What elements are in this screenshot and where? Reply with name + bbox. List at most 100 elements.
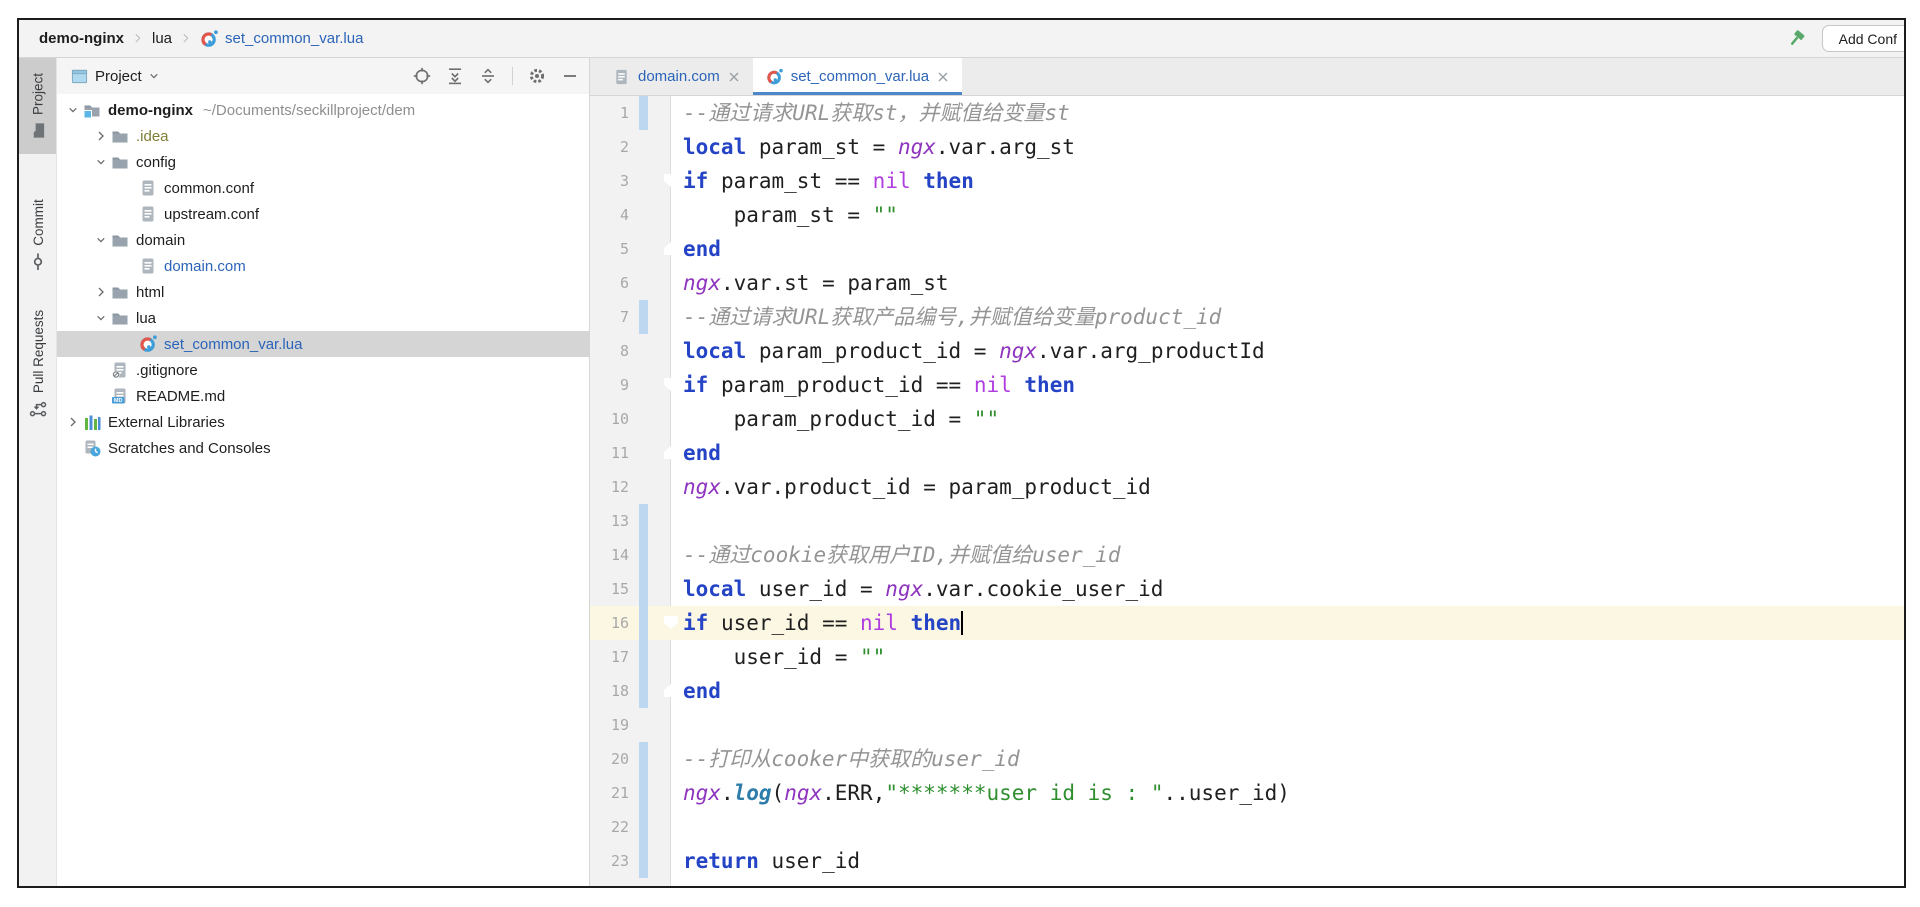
code-token: then	[923, 169, 974, 193]
editor-tab-label: set_common_var.lua	[791, 68, 929, 85]
code-line: 23return user_id	[590, 844, 1904, 878]
fold-gutter	[648, 504, 671, 538]
code-line-text[interactable]	[671, 810, 1904, 844]
hide-icon[interactable]	[561, 67, 579, 85]
chevron-right-icon[interactable]	[91, 286, 111, 298]
tree-row[interactable]: set_common_var.lua	[57, 331, 589, 357]
code-line-text[interactable]: param_product_id = ""	[671, 402, 1904, 436]
chevron-down-icon[interactable]	[91, 157, 111, 168]
breadcrumb-item[interactable]: lua	[152, 30, 172, 47]
code-line-text[interactable]: --通过cookie获取用户ID,并赋值给user_id	[671, 538, 1904, 572]
editor-tab-label: domain.com	[638, 68, 720, 85]
fold-gutter	[648, 402, 671, 436]
tree-row[interactable]: .idea	[57, 123, 589, 149]
code-token: if	[683, 611, 708, 635]
locate-icon[interactable]	[413, 67, 431, 85]
project-panel-title[interactable]: Project	[95, 68, 142, 85]
add-configuration-button[interactable]: Add Conf	[1822, 25, 1906, 52]
code-token	[911, 169, 924, 193]
code-line-text[interactable]: user_id = ""	[671, 640, 1904, 674]
tool-stripe-tab-commit[interactable]: Commit	[19, 192, 56, 278]
code-line-text[interactable]: if param_st == nil then	[671, 164, 1904, 198]
collapse-all-icon[interactable]	[479, 67, 497, 85]
breadcrumb-item[interactable]: demo-nginx	[39, 30, 124, 47]
tool-window-stripe: Project Commit Pull Requests	[19, 58, 57, 886]
tree-row[interactable]: .gitignore	[57, 357, 589, 383]
code-line-text[interactable]: return user_id	[671, 844, 1904, 878]
file-icon	[139, 179, 157, 197]
code-line-text[interactable]: end	[671, 674, 1904, 708]
code-line-text[interactable]	[671, 504, 1904, 538]
line-number: 16	[590, 606, 639, 640]
chevron-down-icon[interactable]	[149, 71, 160, 82]
code-line-text[interactable]: param_st = ""	[671, 198, 1904, 232]
scratches-icon	[83, 439, 101, 457]
line-number: 2	[590, 130, 639, 164]
tree-row[interactable]: domain.com	[57, 253, 589, 279]
tool-stripe-tab-project[interactable]: Project	[19, 58, 56, 154]
code-line-text[interactable]: ngx.log(ngx.ERR,"*******user id is : "..…	[671, 776, 1904, 810]
tree-row[interactable]: config	[57, 149, 589, 175]
folder-icon	[111, 127, 129, 145]
lua-icon	[139, 335, 157, 353]
code-token: ngx	[784, 781, 822, 805]
tree-row[interactable]: demo-nginx~/Documents/seckillproject/dem	[57, 97, 589, 123]
close-icon[interactable]	[937, 71, 949, 83]
code-line-text[interactable]: --打印从cooker中获取的user_id	[671, 742, 1904, 776]
line-number: 12	[590, 470, 639, 504]
chevron-down-icon[interactable]	[91, 235, 111, 246]
chevron-right-icon[interactable]	[91, 130, 111, 142]
code-line: 19	[590, 708, 1904, 742]
code-line: 1--通过请求URL获取st，并赋值给变量st	[590, 96, 1904, 130]
breadcrumb-item[interactable]: set_common_var.lua	[200, 30, 363, 48]
code-token: if	[683, 373, 708, 397]
code-token: ..user_id)	[1164, 781, 1290, 805]
line-number: 19	[590, 708, 639, 742]
code-line-text[interactable]: if param_product_id == nil then	[671, 368, 1904, 402]
vcs-change-marker	[639, 300, 648, 334]
line-number: 21	[590, 776, 639, 810]
code-line: 11end	[590, 436, 1904, 470]
tree-row[interactable]: Scratches and Consoles	[57, 435, 589, 461]
code-line-text[interactable]: --通过请求URL获取st，并赋值给变量st	[671, 96, 1904, 130]
expand-all-icon[interactable]	[446, 67, 464, 85]
tree-row[interactable]: domain	[57, 227, 589, 253]
chevron-right-icon[interactable]	[63, 416, 83, 428]
code-editor[interactable]: 1--通过请求URL获取st，并赋值给变量st2 local param_st =…	[590, 96, 1904, 886]
tree-row[interactable]: MDREADME.md	[57, 383, 589, 409]
code-line-text[interactable]: local user_id = ngx.var.cookie_user_id	[671, 572, 1904, 606]
editor-tab[interactable]: domain.com	[600, 58, 753, 95]
tree-row[interactable]: common.conf	[57, 175, 589, 201]
code-line-text[interactable]: local param_st = ngx.var.arg_st	[671, 130, 1904, 164]
tree-row[interactable]: html	[57, 279, 589, 305]
editor-tab[interactable]: set_common_var.lua	[753, 58, 962, 95]
tree-row[interactable]: External Libraries	[57, 409, 589, 435]
main-body: Project Commit Pull Requests Project demo-…	[19, 58, 1904, 886]
code-line-text[interactable]: end	[671, 232, 1904, 266]
code-line-text[interactable]: if user_id == nil then	[671, 606, 1904, 640]
code-line-text[interactable]	[671, 708, 1904, 742]
code-line-text[interactable]: ngx.var.st = param_st	[671, 266, 1904, 300]
tree-row[interactable]: upstream.conf	[57, 201, 589, 227]
fold-gutter	[648, 810, 671, 844]
code-line: 13	[590, 504, 1904, 538]
tool-stripe-tab-pull-requests[interactable]: Pull Requests	[19, 294, 56, 434]
tree-row[interactable]: lua	[57, 305, 589, 331]
code-line-text[interactable]: ngx.var.product_id = param_product_id	[671, 470, 1904, 504]
code-line-text[interactable]: end	[671, 436, 1904, 470]
settings-icon[interactable]	[528, 67, 546, 85]
code-line-text[interactable]: local param_product_id = ngx.var.arg_pro…	[671, 334, 1904, 368]
pull-requests-icon	[29, 400, 47, 418]
hammer-icon[interactable]	[1787, 29, 1806, 48]
navigation-bar: demo-nginx lua set_common_var.lua Add Conf	[19, 20, 1904, 58]
breadcrumb-separator-icon	[181, 32, 191, 46]
chevron-down-icon[interactable]	[63, 105, 83, 116]
close-icon[interactable]	[728, 71, 740, 83]
code-token: --打印从cooker中获取的user_id	[683, 747, 1020, 771]
line-number: 9	[590, 368, 639, 402]
code-line-text[interactable]: --通过请求URL获取产品编号,并赋值给变量product_id	[671, 300, 1904, 334]
chevron-down-icon[interactable]	[91, 313, 111, 324]
fold-gutter	[648, 436, 671, 470]
code-token: log	[734, 781, 772, 805]
code-line: 8local param_product_id = ngx.var.arg_pr…	[590, 334, 1904, 368]
